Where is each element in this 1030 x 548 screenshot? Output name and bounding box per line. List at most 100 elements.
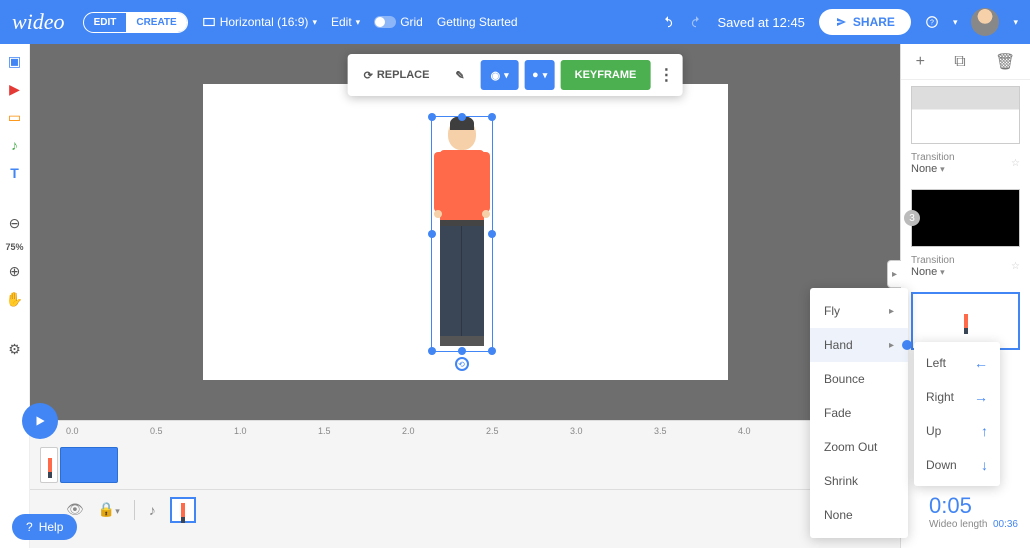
transition-label: Transition — [911, 255, 955, 266]
ruler-tick: 1.5 — [318, 426, 331, 436]
animation-menu: Fly▸ Hand▸ Bounce Fade Zoom Out Shrink N… — [810, 288, 908, 538]
dir-item-down[interactable]: Down↓ — [914, 448, 1000, 482]
add-scene-icon[interactable]: + — [916, 53, 925, 71]
ruler-tick: 1.0 — [234, 426, 247, 436]
canvas-area[interactable]: ⟲ — [30, 44, 900, 420]
edit-pencil-button[interactable]: ✎ — [445, 60, 474, 90]
svg-text:?: ? — [930, 19, 934, 26]
dir-item-up[interactable]: Up↑ — [914, 414, 1000, 448]
dir-item-left[interactable]: Left← — [914, 346, 1000, 380]
anim-item-fade[interactable]: Fade — [810, 396, 908, 430]
lock-icon[interactable]: 🔒▾ — [98, 501, 120, 518]
resize-handle[interactable] — [458, 347, 466, 355]
direction-submenu: Left← Right→ Up↑ Down↓ — [914, 342, 1000, 486]
anim-item-fly[interactable]: Fly▸ — [810, 294, 908, 328]
help-icon[interactable]: ? — [925, 15, 939, 29]
anim-item-bounce[interactable]: Bounce — [810, 362, 908, 396]
share-button[interactable]: SHARE — [819, 9, 911, 35]
ruler-tick: 2.5 — [486, 426, 499, 436]
timeline-clip[interactable] — [40, 447, 58, 483]
help-button[interactable]: ? Help — [12, 514, 77, 540]
resize-handle[interactable] — [488, 347, 496, 355]
undo-icon[interactable] — [661, 15, 675, 29]
resize-handle[interactable] — [428, 347, 436, 355]
user-avatar[interactable] — [971, 8, 999, 36]
video-icon[interactable]: ▶ — [6, 80, 24, 98]
more-icon[interactable]: ⋮ — [656, 60, 676, 90]
stage[interactable]: ⟲ — [203, 84, 728, 380]
aspect-ratio-menu[interactable]: Horizontal (16:9) ▾ — [202, 15, 317, 29]
text-icon[interactable]: T — [6, 164, 24, 182]
chevron-down-icon: ▾ — [312, 17, 317, 28]
transition-value[interactable]: None — [911, 163, 937, 175]
transition-value[interactable]: None — [911, 266, 937, 278]
play-button[interactable] — [22, 403, 58, 439]
length-value: 00:36 — [993, 519, 1018, 530]
arrow-left-icon: ← — [974, 355, 988, 371]
arrow-up-icon: ↑ — [981, 423, 988, 439]
image-icon[interactable]: ▭ — [6, 108, 24, 126]
favorite-icon[interactable]: ☆ — [1011, 158, 1020, 169]
mode-create[interactable]: CREATE — [126, 13, 186, 32]
active-dot-icon — [902, 340, 912, 350]
chevron-down-icon: ▾ — [356, 17, 361, 28]
fill-color-button[interactable]: ◉ ▾ — [481, 60, 519, 90]
redo-icon[interactable] — [689, 15, 703, 29]
anim-item-zoom-out[interactable]: Zoom Out — [810, 430, 908, 464]
transition-label: Transition — [911, 152, 955, 163]
hand-tool-icon[interactable]: ✋ — [6, 290, 24, 308]
anim-item-hand[interactable]: Hand▸ — [810, 328, 908, 362]
chevron-down-icon: ▾ — [940, 267, 945, 277]
mode-toggle[interactable]: EDIT CREATE — [83, 12, 188, 33]
timeline-footer: 👁 🔒▾ ♪ — [30, 489, 900, 529]
arrow-down-icon: ↓ — [981, 457, 988, 473]
anim-item-none[interactable]: None — [810, 498, 908, 532]
zoom-in-icon[interactable]: ⊕ — [6, 262, 24, 280]
delete-scene-icon[interactable]: 🗑 — [995, 52, 1015, 72]
keyframe-button[interactable]: KEYFRAME — [561, 60, 651, 90]
grid-toggle[interactable]: Grid — [374, 15, 423, 29]
replace-icon: ⟳ — [364, 69, 373, 82]
camera-icon[interactable]: ▣ — [6, 52, 24, 70]
edit-menu[interactable]: Edit ▾ — [331, 15, 360, 29]
chevron-down-icon: ▾ — [940, 164, 945, 174]
music-icon[interactable]: ♪ — [6, 136, 24, 154]
ruler-tick: 2.0 — [402, 426, 415, 436]
selection-box[interactable]: ⟲ — [431, 116, 493, 352]
submenu-arrow-icon: ▸ — [889, 306, 894, 317]
duplicate-scene-icon[interactable]: ⧉ — [954, 53, 965, 71]
resize-handle[interactable] — [428, 113, 436, 121]
resize-handle[interactable] — [488, 113, 496, 121]
collapse-panel-button[interactable]: ▸ — [887, 260, 901, 288]
settings-icon[interactable]: ⚙ — [6, 340, 24, 358]
scene-thumbnail[interactable]: 3 — [911, 189, 1020, 247]
replace-button[interactable]: ⟳ REPLACE — [354, 60, 440, 90]
timeline-clip[interactable] — [60, 447, 118, 483]
scene-number: 3 — [904, 210, 920, 226]
zoom-out-icon[interactable]: ⊖ — [6, 214, 24, 232]
submenu-arrow-icon: ▸ — [889, 340, 894, 351]
share-icon — [835, 16, 847, 28]
mode-edit[interactable]: EDIT — [84, 13, 127, 32]
resize-handle[interactable] — [458, 113, 466, 121]
getting-started-link[interactable]: Getting Started — [437, 15, 518, 29]
aspect-icon — [202, 15, 216, 29]
timeline-ruler[interactable]: 0.0 0.5 1.0 1.5 2.0 2.5 3.0 3.5 4.0 — [30, 421, 900, 441]
resize-handle[interactable] — [488, 230, 496, 238]
timeline-thumbnail[interactable] — [170, 497, 196, 523]
time-display: 0:05 Wideo length 00:36 — [929, 493, 1018, 530]
scene-thumbnail[interactable] — [911, 86, 1020, 144]
share-label: SHARE — [853, 15, 895, 29]
stroke-color-button[interactable]: ● ▾ — [525, 60, 555, 90]
music-track-icon[interactable]: ♪ — [149, 502, 156, 518]
rotate-handle[interactable]: ⟲ — [455, 357, 469, 371]
length-label: Wideo length — [929, 519, 987, 530]
timeline-tracks[interactable] — [30, 441, 900, 489]
arrow-right-icon: → — [974, 389, 988, 405]
favorite-icon[interactable]: ☆ — [1011, 261, 1020, 272]
dir-item-right[interactable]: Right→ — [914, 380, 1000, 414]
help-question-icon: ? — [26, 520, 33, 534]
anim-item-shrink[interactable]: Shrink — [810, 464, 908, 498]
resize-handle[interactable] — [428, 230, 436, 238]
toggle-icon — [374, 16, 396, 28]
